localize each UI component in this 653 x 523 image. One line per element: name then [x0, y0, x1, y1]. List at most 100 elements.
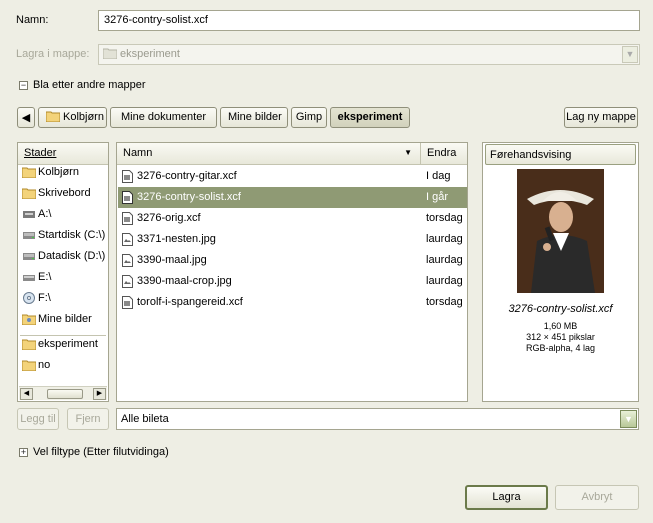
column-header-name[interactable]: Namn ▼: [117, 143, 421, 165]
places-header[interactable]: Stader: [18, 143, 108, 165]
chevron-down-icon: ▼: [622, 46, 638, 63]
path-button-home[interactable]: Kolbjørn: [38, 107, 107, 128]
file-modified: torsdag: [426, 212, 463, 224]
places-horizontal-scrollbar[interactable]: ◀ ▶: [19, 386, 107, 400]
name-label: Namn:: [16, 14, 49, 26]
path-button-label: eksperiment: [337, 111, 403, 123]
file-name: 3390-maal.jpg: [137, 254, 207, 266]
sidebar-item-desktop[interactable]: Skrivebord: [22, 187, 91, 207]
scroll-left-icon[interactable]: ◀: [20, 388, 33, 400]
file-icon: [122, 191, 133, 204]
sidebar-item-no[interactable]: no: [22, 359, 50, 379]
preview-header-label: Førehandsvising: [490, 149, 572, 161]
sidebar-item-label: Startdisk (C:\): [38, 229, 106, 242]
hard-disk-icon: [23, 253, 35, 261]
sidebar-item-label: Datadisk (D:\): [38, 250, 106, 263]
path-button-pictures[interactable]: Mine bilder: [220, 107, 288, 128]
sidebar-item-eksperiment[interactable]: eksperiment: [22, 338, 98, 358]
table-row[interactable]: torolf-i-spangereid.xcf torsdag: [118, 292, 467, 313]
sidebar-item-drive-e[interactable]: E:\: [22, 271, 51, 291]
select-file-type-toggle[interactable]: Vel filtype (Etter filutvidinga): [33, 446, 169, 458]
folder-icon: [22, 360, 36, 372]
table-row[interactable]: 3390-maal.jpg laurdag: [118, 250, 467, 271]
cd-drive-icon: [23, 275, 35, 282]
column-header-name-label: Namn: [123, 147, 153, 159]
table-row[interactable]: 3276-contry-gitar.xcf I dag: [118, 166, 467, 187]
places-panel: Stader Kolbjørn Skrivebord A:\ Startdisk…: [17, 142, 109, 402]
path-button-documents[interactable]: Mine dokumenter: [110, 107, 217, 128]
preview-header[interactable]: Førehandsvising: [485, 144, 636, 165]
table-row[interactable]: 3276-contry-solist.xcf I går: [118, 187, 467, 208]
preview-file-size: 1,60 MB: [543, 321, 578, 331]
expand-icon[interactable]: +: [19, 448, 28, 457]
preview-color-mode: RGB-alpha, 4 lag: [525, 343, 596, 353]
table-row[interactable]: 3371-nesten.jpg laurdag: [118, 229, 467, 250]
sidebar-item-label: eksperiment: [38, 338, 98, 351]
sidebar-item-floppy[interactable]: A:\: [22, 208, 51, 228]
scrollbar-thumb[interactable]: [47, 389, 83, 399]
preview-thumbnail: [517, 169, 604, 293]
path-button-current[interactable]: eksperiment: [330, 107, 410, 128]
file-filter-combo[interactable]: Alle bileta ▼: [116, 408, 639, 430]
path-button-gimp[interactable]: Gimp: [291, 107, 327, 128]
path-button-label: Mine dokumenter: [121, 111, 206, 123]
path-back-button[interactable]: ◀: [17, 107, 35, 128]
path-button-label: Gimp: [295, 111, 323, 123]
preview-dimensions: 312 × 451 pikslar: [526, 332, 595, 342]
file-icon: [122, 275, 133, 288]
file-icon: [122, 233, 133, 246]
sidebar-item-label: E:\: [38, 271, 52, 284]
file-list-panel: Namn ▼ Endra 3276-contry-gitar.xcf I dag…: [116, 142, 468, 402]
file-modified: I dag: [426, 170, 451, 182]
browse-folders-toggle[interactable]: Bla etter andre mapper: [33, 79, 146, 91]
file-icon: [122, 212, 133, 225]
sidebar-item-disk-c[interactable]: Startdisk (C:\): [22, 229, 105, 249]
column-header-modified-label: Endra: [427, 147, 457, 159]
save-button[interactable]: Lagra: [465, 485, 548, 510]
file-modified: laurdag: [426, 275, 463, 287]
file-name: 3276-orig.xcf: [137, 212, 201, 224]
file-modified: torsdag: [426, 296, 463, 308]
scroll-right-icon[interactable]: ▶: [93, 388, 106, 400]
file-name: 3390-maal-crop.jpg: [137, 275, 232, 287]
sidebar-item-home[interactable]: Kolbjørn: [22, 166, 79, 186]
column-header-modified[interactable]: Endra: [421, 143, 467, 165]
sidebar-item-label: Mine bilder: [38, 313, 92, 326]
file-modified: laurdag: [426, 254, 463, 266]
sidebar-item-label: Skrivebord: [38, 187, 91, 200]
file-name: 3276-contry-gitar.xcf: [137, 170, 237, 182]
pictures-folder-icon: [22, 314, 36, 326]
path-button-label: Mine bilder: [228, 111, 282, 123]
save-in-folder-label: Lagra i mappe:: [16, 48, 90, 60]
cancel-button[interactable]: Avbryt: [555, 485, 639, 510]
add-bookmark-button[interactable]: Legg til: [17, 408, 59, 430]
sidebar-item-pictures[interactable]: Mine bilder: [22, 313, 92, 333]
save-in-folder-value: eksperiment: [120, 48, 180, 60]
file-modified: I går: [426, 191, 449, 203]
sidebar-item-label: Kolbjørn: [38, 166, 79, 179]
file-name: 3371-nesten.jpg: [137, 233, 216, 245]
file-name-input[interactable]: 3276-contry-solist.xcf: [98, 10, 640, 31]
sidebar-item-label: F:\: [38, 292, 51, 305]
file-name: 3276-contry-solist.xcf: [137, 191, 241, 203]
file-icon: [122, 170, 133, 183]
preview-filename: 3276-contry-solist.xcf: [508, 303, 613, 315]
sidebar-item-label: no: [38, 359, 51, 372]
sort-down-icon: ▼: [404, 148, 412, 157]
path-button-label: Kolbjørn: [63, 111, 104, 123]
file-modified: laurdag: [426, 233, 463, 245]
preview-panel: Førehandsvising 3276-contry-solist.xcf 1…: [482, 142, 639, 402]
collapse-icon[interactable]: −: [19, 81, 28, 90]
sidebar-item-drive-f[interactable]: F:\: [22, 292, 51, 312]
table-row[interactable]: 3276-orig.xcf torsdag: [118, 208, 467, 229]
arrow-left-icon: ◀: [21, 112, 31, 124]
chevron-down-icon[interactable]: ▼: [620, 410, 637, 428]
create-folder-button[interactable]: Lag ny mappe: [564, 107, 638, 128]
save-in-folder-combo[interactable]: eksperiment ▼: [98, 44, 640, 65]
sidebar-item-disk-d[interactable]: Datadisk (D:\): [22, 250, 105, 270]
remove-bookmark-button[interactable]: Fjern: [67, 408, 109, 430]
places-separator: [20, 335, 106, 336]
table-row[interactable]: 3390-maal-crop.jpg laurdag: [118, 271, 467, 292]
sidebar-item-label: A:\: [38, 208, 52, 221]
folder-icon: [22, 339, 36, 351]
